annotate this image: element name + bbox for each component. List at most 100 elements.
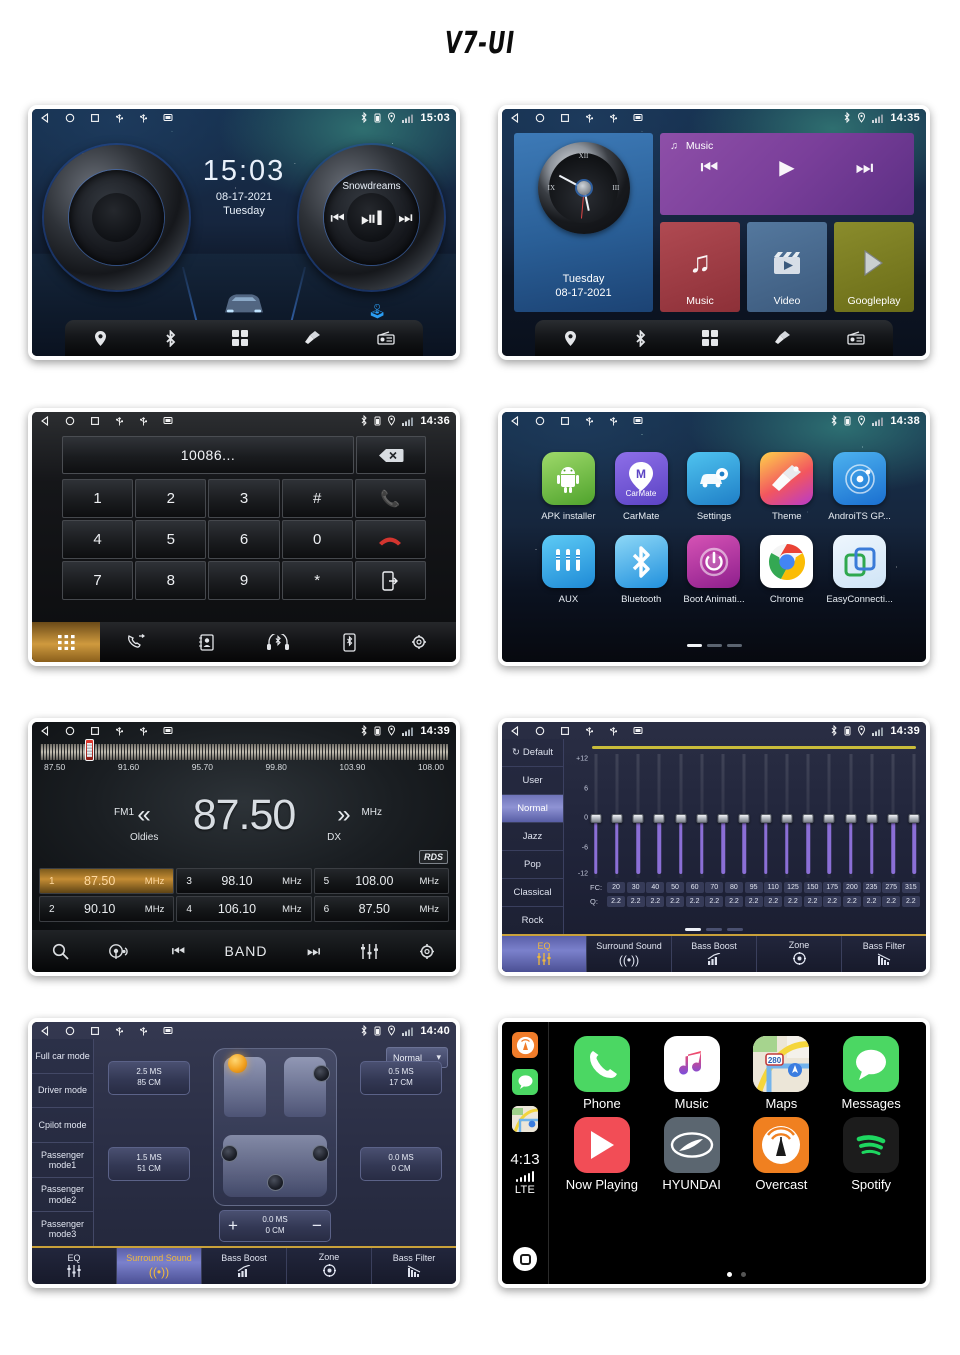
eq-preset-pop[interactable]: Pop	[502, 851, 563, 879]
q-value-cell[interactable]: 2.2	[823, 896, 842, 907]
next-track-icon[interactable]: ⏭	[398, 211, 412, 227]
increase-button[interactable]: +	[220, 1216, 246, 1236]
key-1[interactable]: 1	[62, 479, 134, 518]
theme-brush-icon[interactable]	[774, 330, 791, 346]
fc-value-cell[interactable]: 200	[842, 882, 861, 893]
slider-thumb[interactable]	[590, 814, 601, 823]
slider-thumb[interactable]	[781, 814, 793, 823]
eq-band-slider[interactable]	[738, 754, 750, 878]
home-circle-icon[interactable]	[65, 726, 75, 736]
preset-button[interactable]: 4 106.10 MHz	[176, 896, 312, 922]
q-value-cell[interactable]: 2.2	[901, 896, 920, 907]
bluetooth-icon[interactable]	[634, 329, 647, 347]
decrease-button[interactable]: −	[304, 1216, 330, 1236]
key-5[interactable]: 5	[135, 520, 207, 559]
tab-zone[interactable]: Zone	[287, 1248, 372, 1284]
volume-knob-left[interactable]	[44, 145, 189, 290]
slider-thumb[interactable]	[823, 814, 835, 823]
app-apk-installer[interactable]: APK installer	[532, 452, 605, 522]
key-6[interactable]: 6	[208, 520, 280, 559]
analog-clock-widget[interactable]: XII III IX Tuesday 08-17-2021	[514, 133, 653, 312]
eq-preset-classical[interactable]: Classical	[502, 879, 563, 907]
music-widget[interactable]: ♫ Music ⏮ ▶ ⏭	[660, 133, 914, 215]
tab-zone[interactable]: Zone	[757, 936, 842, 972]
key-8[interactable]: 8	[135, 561, 207, 600]
slider-thumb[interactable]	[845, 814, 857, 823]
scan-icon[interactable]	[108, 943, 132, 960]
tune-down-icon[interactable]: «	[137, 801, 150, 829]
q-value-cell[interactable]: 2.2	[665, 896, 684, 907]
tile-music[interactable]: ♫ Music	[660, 222, 740, 312]
carplay-app-phone[interactable]: Phone	[557, 1036, 647, 1111]
back-triangle-icon[interactable]	[510, 415, 520, 426]
fc-value-cell[interactable]: 125	[783, 882, 802, 893]
overcast-icon[interactable]	[512, 1032, 538, 1058]
page-dot-3[interactable]	[726, 644, 742, 647]
fc-value-cell[interactable]: 275	[882, 882, 901, 893]
tab-eq[interactable]: EQ	[502, 936, 587, 972]
back-triangle-icon[interactable]	[510, 725, 520, 736]
fc-value-cell[interactable]: 70	[705, 882, 724, 893]
eq-band-slider[interactable]	[781, 754, 793, 878]
call-button[interactable]: 📞	[354, 479, 426, 518]
page-indicator[interactable]	[557, 1272, 916, 1277]
slider-thumb[interactable]	[866, 814, 878, 823]
preset-button[interactable]: 1 87.50 MHz	[39, 868, 175, 894]
q-value-cell[interactable]: 2.2	[783, 896, 802, 907]
tab-bass-boost[interactable]: Bass Boost	[202, 1248, 287, 1284]
key-0[interactable]: 0	[281, 520, 353, 559]
carplay-app-overcast[interactable]: Overcast	[737, 1117, 827, 1192]
key-2[interactable]: 2	[135, 479, 207, 518]
slider-thumb[interactable]	[887, 814, 899, 823]
page-indicator[interactable]	[502, 928, 926, 931]
recents-square-icon[interactable]	[90, 1026, 100, 1036]
carplay-home-button[interactable]	[513, 1247, 537, 1271]
eq-preset-user[interactable]: User	[502, 767, 563, 795]
eq-preset-jazz[interactable]: Jazz	[502, 823, 563, 851]
mode-passenger-3[interactable]: Passenger mode3	[32, 1212, 93, 1246]
tab-surround-sound[interactable]: Surround Sound ((•))	[117, 1248, 202, 1284]
q-value-cell[interactable]: 2.2	[646, 896, 665, 907]
delay-rear-left[interactable]: 1.5 MS 51 CM	[108, 1147, 190, 1181]
q-value-cell[interactable]: 2.2	[626, 896, 645, 907]
home-circle-icon[interactable]	[535, 416, 545, 426]
slider-thumb[interactable]	[611, 814, 623, 823]
clock-widget[interactable]: 15:03 08-17-2021 Tuesday	[203, 155, 286, 217]
fc-value-cell[interactable]: 235	[862, 882, 881, 893]
listener-position-marker[interactable]	[228, 1054, 247, 1073]
tuner-pointer[interactable]	[84, 739, 94, 761]
tile-googleplay[interactable]: Googleplay	[834, 222, 914, 312]
back-triangle-icon[interactable]	[40, 725, 50, 736]
delay-front-right[interactable]: 0.5 MS 17 CM	[360, 1061, 442, 1095]
key-hash[interactable]: #	[281, 479, 353, 518]
navigation-icon[interactable]	[563, 330, 578, 347]
tab-bass-boost[interactable]: Bass Boost	[672, 936, 757, 972]
home-circle-icon[interactable]	[535, 726, 545, 736]
eq-band-slider[interactable]	[887, 754, 899, 878]
eq-band-slider[interactable]	[760, 754, 772, 878]
play-icon[interactable]: ▶	[779, 158, 794, 178]
q-value-cell[interactable]: 2.2	[803, 896, 822, 907]
eq-band-slider[interactable]	[675, 754, 687, 878]
mode-cpilot[interactable]: Cpilot mode	[32, 1108, 93, 1144]
key-4[interactable]: 4	[62, 520, 134, 559]
carplay-app-spotify[interactable]: Spotify	[826, 1117, 916, 1192]
fc-value-cell[interactable]: 80	[724, 882, 743, 893]
fc-value-cell[interactable]: 50	[665, 882, 684, 893]
dialed-number[interactable]: 10086...	[62, 436, 354, 474]
app-settings[interactable]: Settings	[678, 452, 751, 522]
carplay-app-hyundai[interactable]: HYUNDAI	[647, 1117, 737, 1192]
tab-bass-filter[interactable]: Bass Filter	[372, 1248, 456, 1284]
fc-value-cell[interactable]: 60	[685, 882, 704, 893]
key-3[interactable]: 3	[208, 479, 280, 518]
radio-icon[interactable]	[847, 331, 865, 345]
carplay-app-messages[interactable]: Messages	[826, 1036, 916, 1111]
transfer-button[interactable]	[354, 561, 426, 600]
slider-thumb[interactable]	[717, 814, 729, 823]
slider-thumb[interactable]	[632, 814, 644, 823]
band-button[interactable]: BAND	[225, 943, 268, 959]
slider-thumb[interactable]	[675, 814, 687, 823]
mode-passenger-2[interactable]: Passenger mode2	[32, 1178, 93, 1213]
eq-band-slider[interactable]	[717, 754, 729, 878]
recents-square-icon[interactable]	[90, 726, 100, 736]
